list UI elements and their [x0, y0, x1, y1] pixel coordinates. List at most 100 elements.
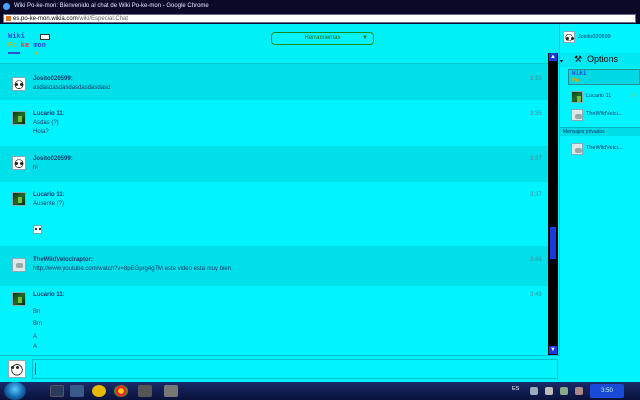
message-text: Hola? — [33, 129, 49, 135]
raptor-avatar — [571, 109, 583, 121]
message-time: 3:35 — [530, 111, 542, 117]
text-cursor — [35, 363, 36, 375]
user-list-name: TheWildVelci... — [586, 111, 623, 117]
app-taskbar-icon[interactable] — [138, 385, 152, 397]
panda-avatar[interactable] — [12, 77, 26, 91]
scroll-thumb[interactable] — [550, 227, 556, 259]
message-username[interactable]: Lucario 11: — [33, 292, 65, 298]
message-text-rest: este video esta muy bien — [162, 266, 231, 272]
message-input[interactable] — [32, 359, 558, 379]
current-user[interactable]: Josito020599 — [560, 30, 640, 46]
green-avatar[interactable] — [12, 292, 26, 306]
taskbar: ES 3:50 — [0, 382, 640, 400]
logo-text-wiki: Wiki — [8, 32, 25, 40]
message-text: Bn — [33, 309, 41, 315]
message-text: hi — [33, 165, 38, 171]
message-compose-bar — [0, 355, 560, 382]
room-card-line2: Po — [572, 77, 580, 84]
language-indicator[interactable]: ES — [512, 386, 519, 392]
scroll-down-button[interactable]: ▼ — [549, 346, 557, 354]
chevron-down-icon: ▼ — [362, 35, 368, 41]
wiki-logo[interactable]: Wiki Po ke mon ★ — [8, 32, 60, 58]
site-favicon-icon — [6, 16, 11, 21]
user-list-item[interactable]: TheWildVelci... — [568, 108, 640, 122]
chat-log[interactable]: Josito020599: asdasdasdasdasdasdasdasd 3… — [0, 64, 548, 355]
chat-message: Lucario 11: Asdas (?) Hola? 3:35 — [0, 100, 548, 146]
start-button[interactable] — [4, 382, 26, 400]
private-list-item[interactable]: TheWildVelci... — [568, 142, 640, 156]
url-field[interactable]: es.po-ke-mon.wikia.com/wiki/Especial:Cha… — [3, 14, 636, 23]
media-taskbar-icon[interactable] — [70, 385, 84, 397]
tray-icon[interactable] — [560, 387, 568, 395]
star-icon: ☆ — [630, 92, 637, 99]
message-username[interactable]: TheWildVelociraptor: — [33, 257, 93, 263]
message-username[interactable]: Josito020599: — [33, 76, 73, 82]
tools-dropdown[interactable]: Herramientas ▼ — [271, 32, 374, 45]
options-button[interactable]: ▾ ⚒ Options — [560, 53, 640, 67]
message-text: A — [33, 344, 38, 350]
tray-icon[interactable] — [575, 387, 583, 395]
url-path: /wiki/Especial:Chat — [77, 16, 129, 22]
green-avatar[interactable] — [12, 111, 26, 125]
app-taskbar-icon[interactable] — [164, 385, 178, 397]
chrome-taskbar-icon[interactable] — [114, 385, 128, 397]
panda-avatar[interactable] — [12, 156, 26, 170]
user-list-name: Lucario 11 — [586, 93, 612, 99]
window-titlebar: Wiki Po-ke-mon: Bienvenido al chat de Wi… — [0, 0, 640, 13]
current-user-name: Josito020599 — [578, 34, 611, 40]
window-title: Wiki Po-ke-mon: Bienvenido al chat de Wi… — [14, 3, 209, 9]
panda-avatar — [563, 31, 575, 43]
green-avatar[interactable] — [12, 192, 26, 206]
explorer-taskbar-icon[interactable] — [50, 385, 64, 397]
pokeball-icon — [40, 34, 50, 40]
message-time: 3:48 — [530, 257, 542, 263]
chat-message: Josito020599: asdasdasdasdasdasdasdasd 3… — [0, 64, 548, 100]
logo-star-icon: ★ — [34, 49, 39, 57]
room-card[interactable]: Wiki Po — [568, 69, 640, 85]
message-username[interactable]: Lucario 11: — [33, 111, 65, 117]
caret-down-icon: ▾ — [560, 59, 564, 65]
message-text: A — [33, 334, 38, 340]
private-list-name: TheWildVelci... — [586, 145, 623, 151]
message-text: Asdas (?) — [33, 120, 59, 126]
volume-icon[interactable] — [545, 387, 553, 395]
scroll-up-button[interactable]: ▲ — [549, 53, 557, 61]
panda-avatar — [8, 360, 26, 378]
network-icon[interactable] — [530, 387, 538, 395]
tools-dropdown-label: Herramientas — [304, 35, 341, 41]
options-label: Options — [587, 54, 619, 64]
tools-icon: ⚒ — [574, 54, 583, 64]
chat-message: Lucario 11: Bn Bm A A 3:49 — [0, 286, 548, 355]
raptor-avatar — [571, 143, 583, 155]
message-link[interactable]: http://www.youtube.com/watch?v=8pEGprg4g… — [33, 266, 163, 272]
message-text: asdasdasdasdasdasdasdasd — [33, 85, 111, 91]
emoticon-icon — [33, 225, 42, 234]
chat-message: TheWildVelociraptor: http://www.youtube.… — [0, 246, 548, 286]
messenger-taskbar-icon[interactable] — [92, 385, 106, 397]
private-messages-header: Mensajes privados — [560, 127, 640, 136]
screen: Wiki Po-ke-mon: Bienvenido al chat de Wi… — [0, 0, 640, 400]
green-avatar — [571, 91, 583, 103]
user-list-item[interactable]: Lucario 11 ☆ — [568, 90, 640, 104]
message-text: Ausente (?) — [33, 201, 65, 207]
taskbar-clock[interactable]: 3:50 — [590, 384, 624, 398]
chat-page: Wiki Po ke mon ★ Herramientas ▼ Josito02… — [0, 24, 640, 382]
user-rail: Josito020599 ▾ ⚒ Options Wiki Po Lucario… — [559, 24, 640, 382]
url-domain: es.po-ke-mon.wikia.com — [13, 16, 78, 22]
room-card-line1: Wiki — [572, 70, 587, 77]
message-time: 3:37 — [530, 192, 542, 198]
message-username[interactable]: Josito020599: — [33, 156, 73, 162]
message-time: 3:35 — [530, 76, 542, 82]
message-time: 3:49 — [530, 292, 542, 298]
chat-header: Wiki Po ke mon ★ Herramientas ▼ — [0, 24, 560, 64]
raptor-avatar[interactable] — [12, 258, 26, 272]
chat-message: Lucario 11: Ausente (?) 3:37 — [0, 182, 548, 246]
message-time: 3:37 — [530, 156, 542, 162]
message-username[interactable]: Lucario 11: — [33, 192, 65, 198]
message-text: http://www.youtube.com/watch?v=8pEGprg4g… — [33, 266, 231, 272]
address-bar: es.po-ke-mon.wikia.com/wiki/Especial:Cha… — [0, 13, 640, 24]
logo-underline — [8, 52, 20, 54]
message-text: Bm — [33, 321, 42, 327]
chat-scrollbar[interactable]: ▲ ▼ — [548, 53, 558, 355]
chrome-app-icon — [3, 3, 10, 10]
